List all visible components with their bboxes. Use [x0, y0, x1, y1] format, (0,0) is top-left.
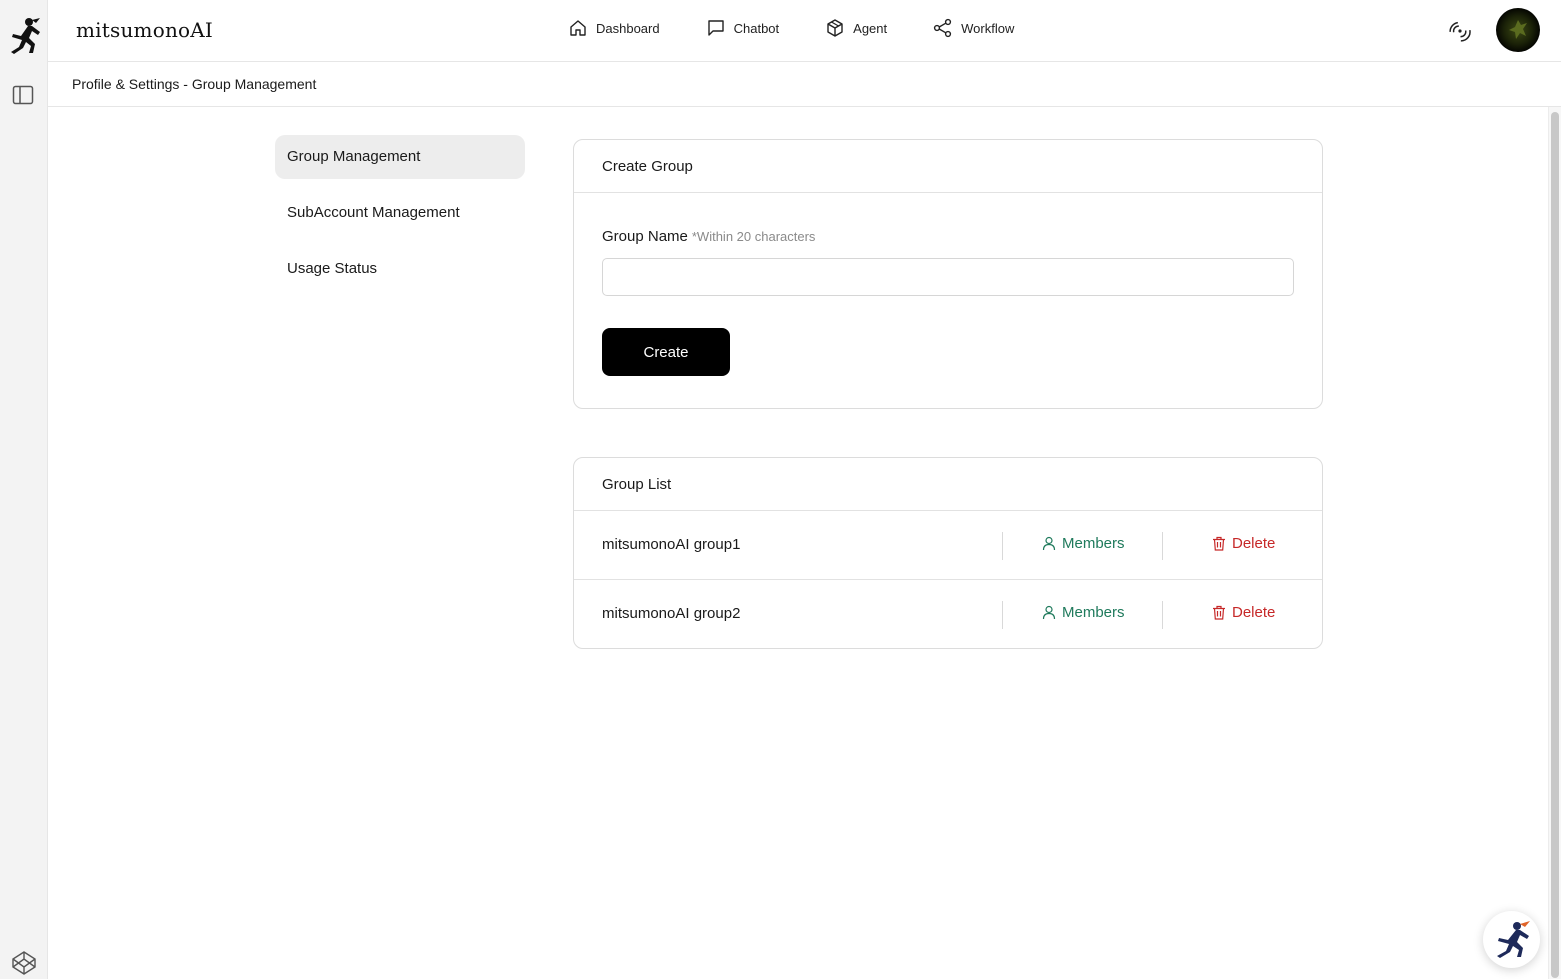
members-button[interactable]: Members — [1042, 604, 1125, 621]
row-divider — [1002, 601, 1003, 629]
nav-workflow[interactable]: Workflow — [933, 18, 1014, 38]
menu-item-group-management[interactable]: Group Management — [275, 135, 525, 179]
row-divider — [1002, 532, 1003, 560]
group-name: mitsumonoAI group2 — [602, 605, 741, 622]
codepen-icon[interactable] — [11, 950, 37, 976]
home-icon — [570, 20, 586, 36]
sidebar-toggle-icon[interactable] — [12, 84, 34, 106]
delete-button[interactable]: Delete — [1212, 604, 1275, 621]
delete-button[interactable]: Delete — [1212, 535, 1275, 552]
breadcrumb-bar: Profile & Settings - Group Management — [48, 62, 1561, 107]
delete-label: Delete — [1232, 604, 1276, 621]
row-divider — [1162, 601, 1163, 629]
table-row: mitsumonoAI group2 Members Delete — [574, 580, 1322, 649]
members-button[interactable]: Members — [1042, 535, 1125, 552]
row-divider — [1162, 532, 1163, 560]
assistant-fab[interactable] — [1483, 911, 1540, 968]
field-label-text: Group Name — [602, 228, 688, 245]
create-group-card: Create Group Group Name *Within 20 charac… — [573, 139, 1323, 409]
breadcrumb: Profile & Settings - Group Management — [72, 76, 317, 92]
settings-menu: Group Management SubAccount Management U… — [275, 135, 525, 303]
create-button[interactable]: Create — [602, 328, 730, 376]
runner-logo-icon[interactable] — [7, 16, 41, 54]
card-title: Group List — [574, 458, 1322, 511]
nav-label: Agent — [853, 20, 888, 36]
delete-label: Delete — [1232, 535, 1276, 552]
top-header: mitsumonoAI Dashboard Chatbot Agent Work… — [48, 0, 1561, 62]
trash-icon — [1213, 605, 1225, 620]
card-title: Create Group — [574, 140, 1322, 193]
menu-item-subaccount-management[interactable]: SubAccount Management — [275, 191, 525, 235]
menu-item-usage-status[interactable]: Usage Status — [275, 247, 525, 291]
table-row: mitsumonoAI group1 Members Delete — [574, 511, 1322, 580]
broadcast-icon[interactable] — [1448, 19, 1472, 43]
user-icon — [1042, 536, 1056, 551]
group-name-input[interactable] — [602, 258, 1294, 296]
nav-agent[interactable]: Agent — [825, 18, 887, 38]
trash-icon — [1213, 536, 1225, 551]
members-label: Members — [1062, 604, 1125, 621]
field-hint: *Within 20 characters — [691, 229, 816, 244]
nav-label: Workflow — [961, 20, 1015, 36]
members-label: Members — [1062, 535, 1125, 552]
nav-dashboard[interactable]: Dashboard — [568, 18, 660, 38]
left-rail — [0, 0, 48, 979]
group-list-card: Group List mitsumonoAI group1 Members De… — [573, 457, 1323, 649]
cube-icon — [827, 19, 843, 37]
chat-bubble-icon — [707, 20, 724, 36]
group-name-label: Group Name *Within 20 characters — [602, 228, 815, 245]
runner-mascot-icon — [1497, 921, 1530, 958]
nav-label: Dashboard — [596, 20, 660, 36]
brand-name[interactable]: mitsumonoAI — [76, 18, 213, 42]
nav-label: Chatbot — [733, 20, 780, 36]
main-nav: Dashboard Chatbot Agent Workflow — [568, 18, 1060, 38]
group-name: mitsumonoAI group1 — [602, 536, 741, 553]
nav-chatbot[interactable]: Chatbot — [706, 18, 780, 38]
share-nodes-icon — [934, 18, 952, 38]
user-avatar[interactable] — [1496, 8, 1540, 52]
avatar-figure-icon — [1509, 20, 1527, 39]
scrollbar-thumb[interactable] — [1551, 112, 1559, 978]
user-icon — [1042, 605, 1056, 620]
